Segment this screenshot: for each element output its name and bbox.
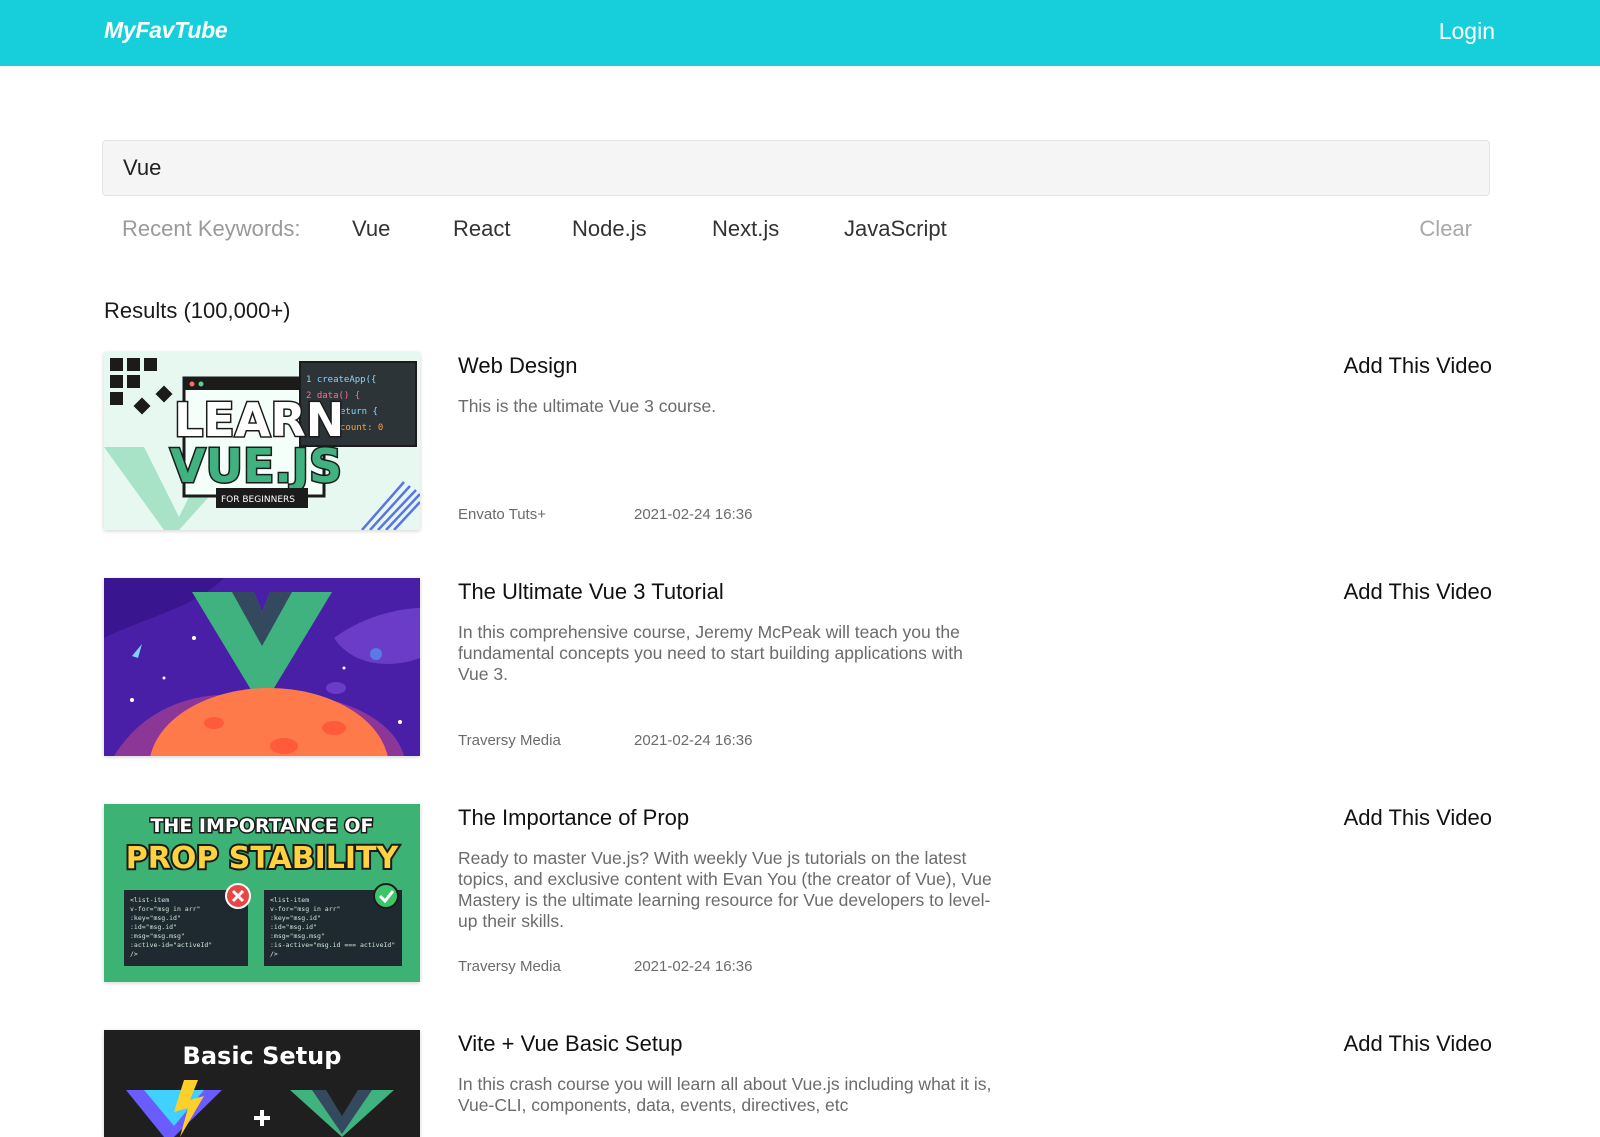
video-thumbnail[interactable] <box>104 578 420 756</box>
video-result-item: 1 createApp({ 2 data() { eturn { count: … <box>104 352 1492 530</box>
video-result-item: The Ultimate Vue 3 Tutorial Add This Vid… <box>104 578 1492 756</box>
thumb-code-line: :is-active="msg.id === activeId" <box>270 941 395 949</box>
recent-keywords: Recent Keywords: Vue React Node.js Next.… <box>122 216 1472 246</box>
video-channel: Envato Tuts+ <box>458 506 546 523</box>
thumb-headline: PROP STABILITY <box>126 841 400 876</box>
add-video-button[interactable]: Add This Video <box>1344 353 1492 379</box>
thumb-headline: THE IMPORTANCE OF <box>150 815 373 837</box>
keyword-chip[interactable]: React <box>453 216 510 242</box>
video-date: 2021-02-24 16:36 <box>634 732 753 749</box>
search-input[interactable] <box>102 140 1490 196</box>
video-title[interactable]: Vite + Vue Basic Setup <box>458 1031 682 1057</box>
thumb-code-line: :active-id="activeId" <box>130 941 212 949</box>
thumb-code-line: :id="msg.id" <box>270 923 317 931</box>
keyword-chip[interactable]: Node.js <box>572 216 647 242</box>
thumb-caption: FOR BEGINNERS <box>221 495 295 505</box>
add-video-button[interactable]: Add This Video <box>1344 805 1492 831</box>
thumb-headline: Basic Setup <box>183 1042 342 1070</box>
video-description: In this comprehensive course, Jeremy McP… <box>458 622 963 684</box>
video-thumbnail[interactable]: 1 createApp({ 2 data() { eturn { count: … <box>104 352 420 530</box>
video-title[interactable]: The Ultimate Vue 3 Tutorial <box>458 579 724 605</box>
video-date: 2021-02-24 16:36 <box>634 958 753 975</box>
video-title[interactable]: Web Design <box>458 353 577 379</box>
video-description: Ready to master Vue.js? With weekly Vue … <box>458 848 992 931</box>
login-button[interactable]: Login <box>1439 18 1495 45</box>
thumb-code-line: eturn { <box>340 407 378 417</box>
video-result-item: THE IMPORTANCE OF PROP STABILITY <list-i… <box>104 804 1492 982</box>
clear-keywords-button[interactable]: Clear <box>1419 216 1472 242</box>
results-count-title: Results (100,000+) <box>104 298 291 323</box>
video-description: This is the ultimate Vue 3 course. <box>458 396 717 416</box>
video-date: 2021-02-24 16:36 <box>634 506 753 523</box>
video-thumbnail[interactable]: Basic Setup <box>104 1030 420 1137</box>
thumb-code-line: <list-item <box>130 896 169 904</box>
video-channel: Traversy Media <box>458 732 561 749</box>
thumb-code-line: /> <box>130 950 138 958</box>
keyword-chip[interactable]: Vue <box>352 216 390 242</box>
thumb-code-line: 1 createApp({ <box>306 375 376 385</box>
top-navbar: MyFavTube Login <box>0 0 1600 66</box>
video-channel: Traversy Media <box>458 958 561 975</box>
thumb-code-line: v-for="msg in arr" <box>130 905 200 913</box>
thumb-code-line: :msg="msg.msg" <box>270 932 325 940</box>
video-thumbnail[interactable]: THE IMPORTANCE OF PROP STABILITY <list-i… <box>104 804 420 982</box>
thumb-code-line: :msg="msg.msg" <box>130 932 185 940</box>
app-logo[interactable]: MyFavTube <box>104 17 228 44</box>
keyword-chip[interactable]: Next.js <box>712 216 779 242</box>
thumb-code-line: /> <box>270 950 278 958</box>
thumb-headline: VUE.JS <box>170 439 342 493</box>
thumb-code-line: :key="msg.id" <box>270 914 321 922</box>
thumb-code-line: <list-item <box>270 896 309 904</box>
thumb-code-line: count: 0 <box>340 423 383 433</box>
keyword-chip[interactable]: JavaScript <box>844 216 947 242</box>
thumb-code-line: :key="msg.id" <box>130 914 181 922</box>
recent-keywords-label: Recent Keywords: <box>122 216 301 241</box>
thumb-code-line: v-for="msg in arr" <box>270 905 340 913</box>
video-result-item: Basic Setup Vite + Vue Basic Setup Add T… <box>104 1030 1492 1137</box>
video-title[interactable]: The Importance of Prop <box>458 805 689 831</box>
video-description: In this crash course you will learn all … <box>458 1074 992 1115</box>
add-video-button[interactable]: Add This Video <box>1344 579 1492 605</box>
thumb-code-line: :id="msg.id" <box>130 923 177 931</box>
add-video-button[interactable]: Add This Video <box>1344 1031 1492 1057</box>
